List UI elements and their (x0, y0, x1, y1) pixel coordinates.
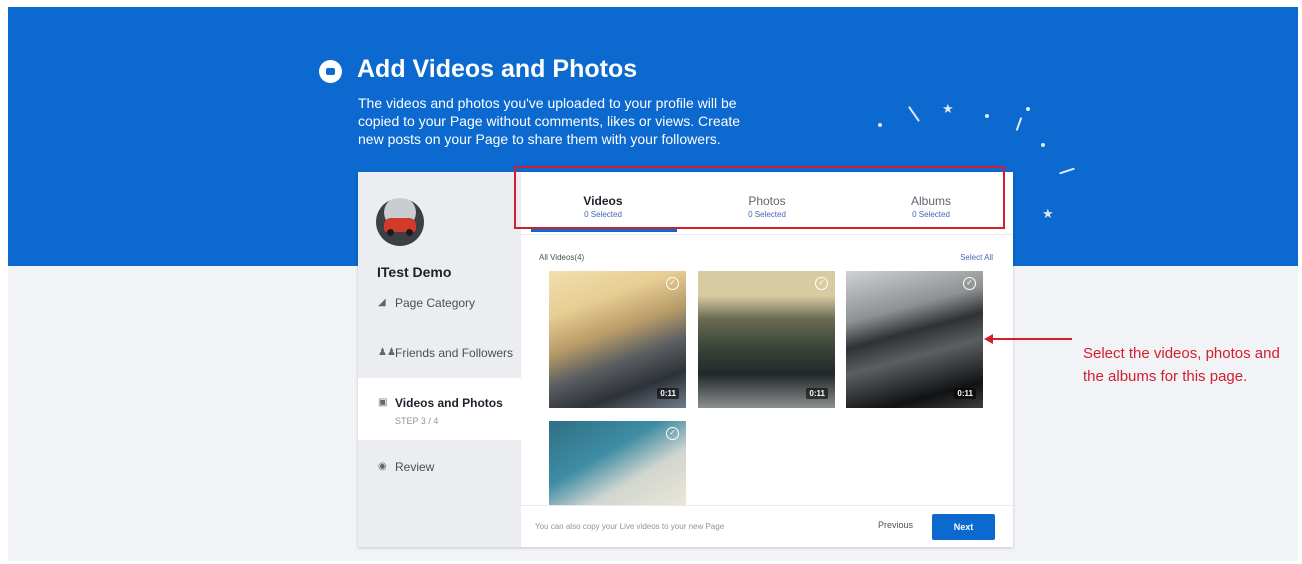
video-page-icon (319, 60, 342, 83)
sparkle-decoration (1059, 167, 1075, 175)
live-video-note: You can also copy your Live videos to yo… (535, 522, 725, 531)
video-thumbnail[interactable]: ✓ 0:11 (846, 271, 983, 408)
check-icon[interactable]: ✓ (666, 277, 679, 290)
sidebar-item-label: Friends and Followers (395, 346, 514, 360)
sparkle-decoration (1041, 143, 1045, 147)
sparkle-decoration (1015, 117, 1023, 131)
sidebar: ITest Demo ◢ Page Category ♟♟ Friends an… (358, 172, 521, 547)
check-icon[interactable]: ✓ (963, 277, 976, 290)
annotation-arrow (991, 338, 1072, 340)
tabs-highlight-box (514, 166, 1005, 229)
video-thumbnail[interactable]: ✓ 0:11 (549, 271, 686, 408)
sparkle-decoration (908, 106, 920, 122)
car-wheel (387, 229, 394, 236)
video-thumbnail[interactable]: ✓ (549, 421, 686, 505)
sparkle-decoration (878, 123, 882, 127)
sidebar-item-label: Review (395, 460, 435, 474)
next-button[interactable]: Next (932, 514, 995, 540)
car-wheel (406, 229, 413, 236)
page-title: Add Videos and Photos (357, 55, 638, 83)
previous-button[interactable]: Previous (878, 520, 913, 530)
page-background: ★ ★ Add Videos and Photos The videos and… (8, 7, 1298, 561)
eye-icon: ◉ (378, 461, 387, 472)
check-icon[interactable]: ✓ (666, 427, 679, 440)
star-icon: ★ (1042, 206, 1054, 221)
sidebar-item-label: Videos and Photos (395, 396, 503, 410)
sidebar-item-label: Page Category (395, 296, 476, 310)
video-count-label: All Videos(4) (539, 253, 585, 262)
select-all-link[interactable]: Select All (960, 253, 993, 262)
annotation-arrowhead (984, 334, 993, 344)
video-thumbnail[interactable]: ✓ 0:11 (698, 271, 835, 408)
video-icon: ▣ (378, 397, 388, 408)
sparkle-decoration (1026, 107, 1030, 111)
video-duration: 0:11 (954, 388, 976, 399)
sidebar-item-videos-photos[interactable]: ▣ Videos and Photos STEP 3 / 4 (358, 378, 521, 440)
card-footer: You can also copy your Live videos to yo… (521, 505, 1013, 547)
page-description: The videos and photos you've uploaded to… (358, 95, 741, 147)
check-icon[interactable]: ✓ (815, 277, 828, 290)
page-name: ITest Demo (377, 264, 452, 280)
avatar (376, 198, 424, 246)
sparkle-decoration (985, 114, 989, 118)
tag-icon: ◢ (378, 297, 386, 308)
video-grid: All Videos(4) Select All ✓ 0:11 ✓ 0:11 ✓… (521, 235, 1013, 505)
annotation-text: Select the videos, photos and the albums… (1083, 345, 1280, 385)
star-icon: ★ (942, 101, 954, 116)
video-duration: 0:11 (657, 388, 679, 399)
step-indicator: STEP 3 / 4 (395, 416, 439, 426)
sidebar-item-review[interactable]: ◉ Review (358, 460, 521, 520)
people-icon: ♟♟ (378, 347, 396, 358)
video-duration: 0:11 (806, 388, 828, 399)
